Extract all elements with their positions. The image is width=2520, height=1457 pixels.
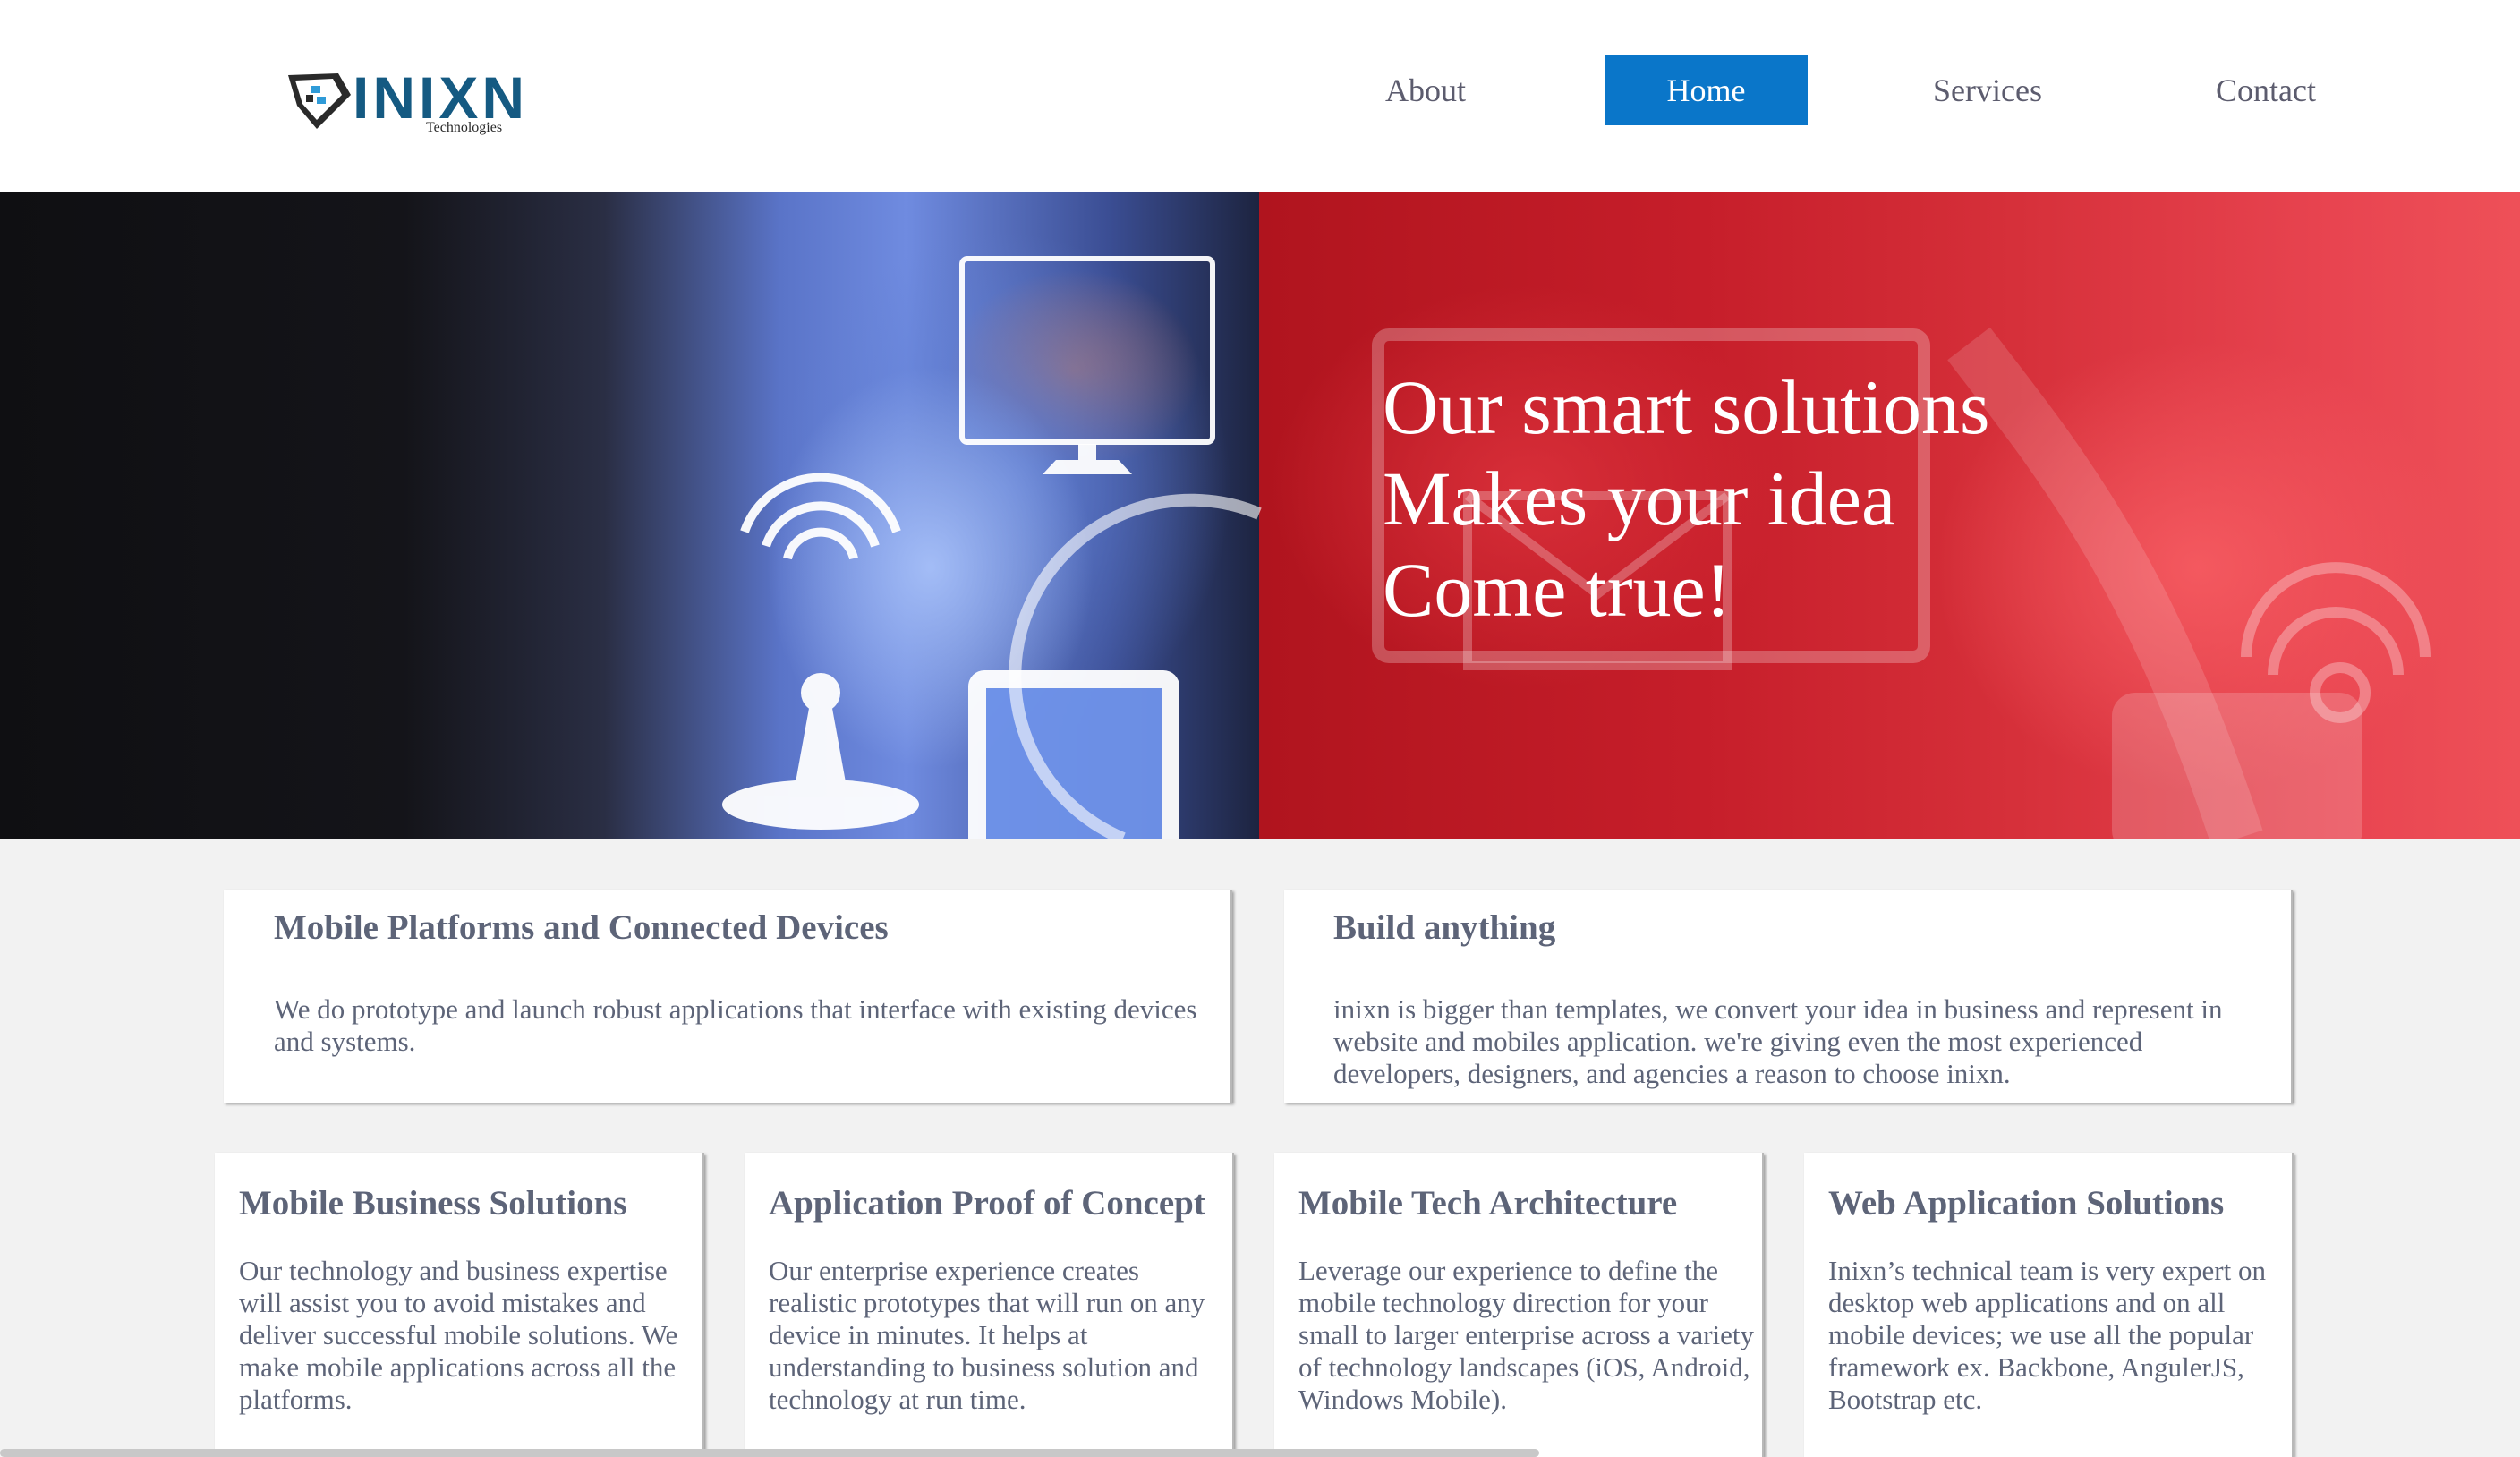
card-text: Our technology and business expertise wi… [239, 1255, 678, 1415]
service-card-web-application: Web Application Solutions Inixn’s techni… [1804, 1153, 2294, 1457]
service-card-tech-architecture: Mobile Tech Architecture Leverage our ex… [1274, 1153, 1764, 1457]
nav-item-about[interactable]: About [1342, 55, 1509, 125]
card-title: Application Proof of Concept [769, 1184, 1205, 1223]
main-nav: About Home Services Contact [0, 55, 2520, 125]
feature-card-mobile-platforms: Mobile Platforms and Connected Devices W… [224, 890, 1232, 1103]
service-card-proof-of-concept: Application Proof of Concept Our enterpr… [745, 1153, 1234, 1457]
card-title: Build anything [1333, 908, 1556, 947]
wifi-tower-icon [722, 473, 919, 830]
card-text: inixn is bigger than templates, we conve… [1333, 993, 2223, 1089]
card-text: Inixn’s technical team is very expert on… [1828, 1255, 2266, 1415]
card-text: Our enterprise experience creates realis… [769, 1255, 1205, 1415]
card-title: Mobile Platforms and Connected Devices [274, 908, 889, 947]
monitor-icon [959, 256, 1215, 445]
nav-item-home[interactable]: Home [1605, 55, 1808, 125]
hero-headline: Our smart solutions Makes your idea Come… [1383, 362, 1989, 635]
monitor-stand-icon [1043, 444, 1132, 474]
feature-card-build-anything: Build anything inixn is bigger than temp… [1284, 890, 2293, 1103]
hero-headline-line: Our smart solutions [1383, 364, 1990, 450]
horizontal-scrollbar[interactable] [0, 1449, 1539, 1457]
hero-illustration [722, 256, 2431, 839]
site-header: INIXN Technologies About Home Services C… [0, 0, 2520, 192]
hero-banner: Our smart solutions Makes your idea Come… [0, 192, 2520, 839]
service-card-mobile-business: Mobile Business Solutions Our technology… [215, 1153, 704, 1457]
card-text: We do prototype and launch robust applic… [274, 993, 1197, 1057]
hero-headline-line: Makes your idea [1383, 456, 1896, 541]
hero-headline-line: Come true! [1383, 547, 1732, 633]
nav-item-contact[interactable]: Contact [2171, 55, 2361, 125]
card-title: Web Application Solutions [1828, 1184, 2225, 1223]
card-title: Mobile Tech Architecture [1298, 1184, 1678, 1223]
card-text: Leverage our experience to define the mo… [1298, 1255, 1755, 1415]
nav-item-services[interactable]: Services [1895, 55, 2080, 125]
card-title: Mobile Business Solutions [239, 1184, 627, 1223]
